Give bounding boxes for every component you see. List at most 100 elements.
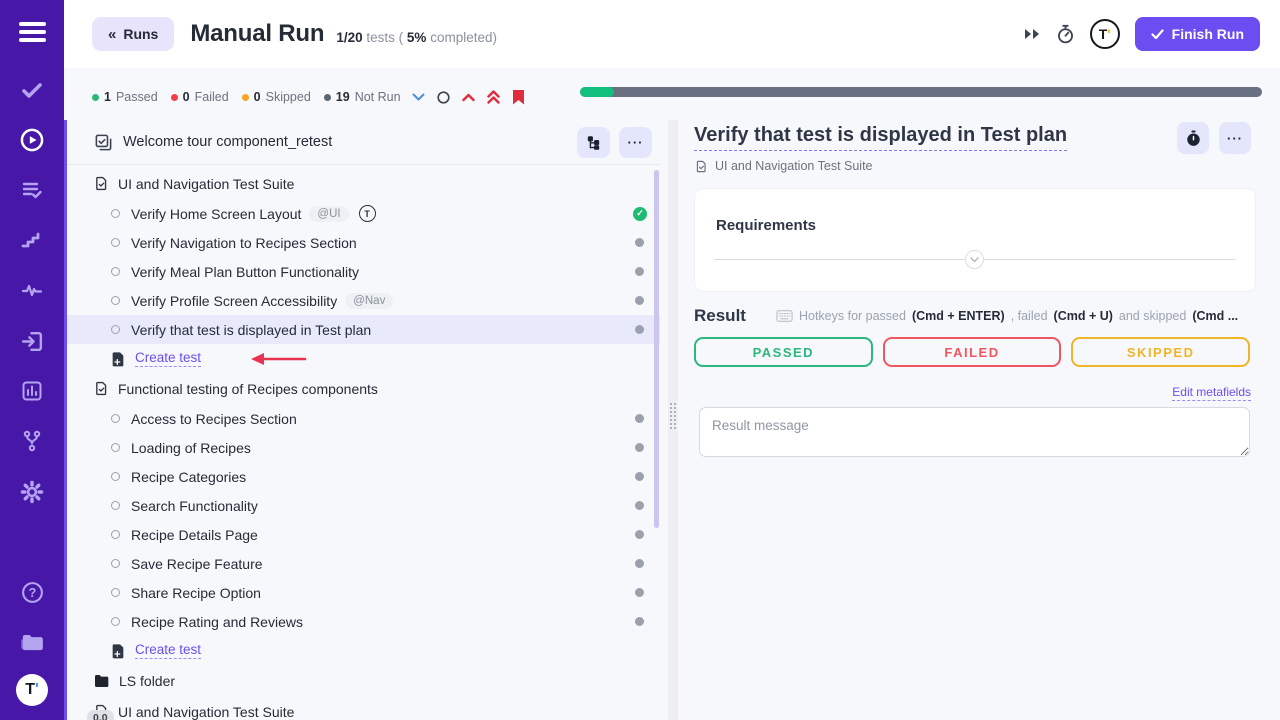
brand-logo[interactable]: T' xyxy=(0,674,64,706)
automation-logo-icon[interactable]: T xyxy=(359,205,376,222)
status-notrun-icon xyxy=(635,238,644,247)
fast-forward-icon[interactable] xyxy=(1023,27,1041,41)
suite-row[interactable]: UI and Navigation Test Suite xyxy=(67,168,660,199)
tree-scrollbar[interactable] xyxy=(654,170,659,528)
test-label: Recipe Rating and Reviews xyxy=(131,614,303,630)
priority-highest-icon[interactable] xyxy=(487,90,500,104)
check-icon xyxy=(1151,29,1164,40)
tree-panel-accent-border xyxy=(64,120,67,720)
menu-icon[interactable] xyxy=(0,16,64,48)
test-label: Share Recipe Option xyxy=(131,585,261,601)
test-label: Verify Navigation to Recipes Section xyxy=(131,235,357,251)
status-notrun-icon xyxy=(635,530,644,539)
percent-completed: 5% xyxy=(407,30,427,45)
test-row[interactable]: Save Recipe Feature xyxy=(67,549,660,578)
test-row[interactable]: Recipe Details Page xyxy=(67,520,660,549)
suite-breadcrumb-label: UI and Navigation Test Suite xyxy=(715,159,873,173)
drag-handle-icon xyxy=(670,403,676,429)
test-row[interactable]: Verify Home Screen Layout @UI T ✓ xyxy=(67,199,660,228)
file-plus-icon xyxy=(111,351,125,367)
test-row[interactable]: Recipe Rating and Reviews xyxy=(67,607,660,636)
create-test-row[interactable]: Create test xyxy=(67,636,660,665)
test-row[interactable]: Recipe Categories xyxy=(67,462,660,491)
test-marker-icon xyxy=(111,617,120,626)
test-label: Recipe Details Page xyxy=(131,527,258,543)
suite-row[interactable]: Functional testing of Recipes components xyxy=(67,373,660,404)
failed-button[interactable]: FAILED xyxy=(883,337,1062,367)
stopwatch-icon[interactable] xyxy=(1056,24,1075,44)
run-progress-bar xyxy=(580,87,1262,97)
test-tree-panel: Welcome tour component_retest ··· UI and… xyxy=(67,120,660,720)
test-marker-icon xyxy=(111,296,120,305)
priority-high-icon[interactable] xyxy=(462,93,475,102)
settings-gear-icon[interactable] xyxy=(0,476,64,508)
folder-row[interactable]: LS folder xyxy=(67,665,660,696)
hierarchy-icon xyxy=(586,135,601,150)
status-notrun-icon xyxy=(635,559,644,568)
test-row[interactable]: Loading of Recipes xyxy=(67,433,660,462)
test-row[interactable]: Verify Meal Plan Button Functionality xyxy=(67,257,660,286)
suite-breadcrumb[interactable]: UI and Navigation Test Suite xyxy=(695,159,873,173)
suite-label: UI and Navigation Test Suite xyxy=(118,176,294,192)
create-test-link[interactable]: Create test xyxy=(135,642,201,659)
skipped-button[interactable]: SKIPPED xyxy=(1071,337,1250,367)
page-title: Manual Run xyxy=(190,20,324,48)
result-message-input[interactable] xyxy=(699,407,1250,457)
ellipsis-icon: ··· xyxy=(1227,132,1243,145)
test-plans-icon[interactable] xyxy=(0,174,64,206)
runs-play-icon[interactable] xyxy=(0,124,64,156)
passed-button[interactable]: PASSED xyxy=(694,337,873,367)
tree-view-button[interactable] xyxy=(577,127,610,158)
tree-more-button[interactable]: ··· xyxy=(619,127,652,158)
chevron-down-filter-icon[interactable] xyxy=(412,93,425,102)
test-label: Loading of Recipes xyxy=(131,440,251,456)
help-icon[interactable]: ? xyxy=(0,576,64,608)
test-row[interactable]: Verify Navigation to Recipes Section xyxy=(67,228,660,257)
file-plus-icon xyxy=(111,643,125,659)
suite-row-partial[interactable]: 0.0 UI and Navigation Test Suite xyxy=(67,696,660,720)
test-row[interactable]: Search Functionality xyxy=(67,491,660,520)
tag-badge[interactable]: @Nav xyxy=(345,293,393,309)
test-marker-icon xyxy=(111,238,120,247)
suite-doc-icon xyxy=(94,176,109,191)
test-row-selected[interactable]: Verify that test is displayed in Test pl… xyxy=(67,315,660,344)
result-title: Result xyxy=(694,306,746,326)
left-navigation-rail: ? T' xyxy=(0,0,64,720)
test-title[interactable]: Verify that test is displayed in Test pl… xyxy=(694,124,1067,151)
circle-filter-icon[interactable] xyxy=(437,91,450,104)
test-label: Verify that test is displayed in Test pl… xyxy=(131,322,371,338)
test-marker-icon xyxy=(111,530,120,539)
annotation-arrow-icon xyxy=(249,352,307,366)
bookmark-icon[interactable] xyxy=(512,89,525,105)
status-notrun-icon xyxy=(635,325,644,334)
branches-icon[interactable] xyxy=(0,425,64,457)
import-icon[interactable] xyxy=(0,325,64,357)
create-test-row[interactable]: Create test xyxy=(67,344,660,373)
tag-badge[interactable]: @UI xyxy=(309,206,348,222)
timer-button[interactable] xyxy=(1177,122,1209,154)
steps-icon[interactable] xyxy=(0,224,64,256)
status-notrun-icon xyxy=(635,617,644,626)
top-bar: « Runs Manual Run 1/20 tests ( 5% comple… xyxy=(64,0,1280,68)
stopwatch-filled-icon xyxy=(1186,130,1201,147)
keyboard-icon xyxy=(776,310,793,322)
test-row[interactable]: Access to Recipes Section xyxy=(67,404,660,433)
test-row[interactable]: Verify Profile Screen Accessibility @Nav xyxy=(67,286,660,315)
status-notrun-icon xyxy=(635,472,644,481)
test-marker-icon xyxy=(111,325,120,334)
edit-metafields-link[interactable]: Edit metafields xyxy=(1172,385,1251,401)
activity-pulse-icon[interactable] xyxy=(0,274,64,306)
test-row[interactable]: Share Recipe Option xyxy=(67,578,660,607)
expand-chevron-icon[interactable] xyxy=(965,250,984,269)
projects-folder-icon[interactable] xyxy=(0,626,64,658)
back-to-runs-button[interactable]: « Runs xyxy=(92,17,174,51)
create-test-link[interactable]: Create test xyxy=(135,350,201,367)
workspace-logo[interactable]: T' xyxy=(1090,19,1120,49)
panel-splitter[interactable] xyxy=(668,120,678,720)
status-notrun-icon xyxy=(635,267,644,276)
svg-text:?: ? xyxy=(28,585,36,599)
test-more-button[interactable]: ··· xyxy=(1219,122,1251,154)
finish-run-button[interactable]: Finish Run xyxy=(1135,17,1260,51)
tests-checkmark-icon[interactable] xyxy=(0,74,64,106)
analytics-icon[interactable] xyxy=(0,375,64,407)
